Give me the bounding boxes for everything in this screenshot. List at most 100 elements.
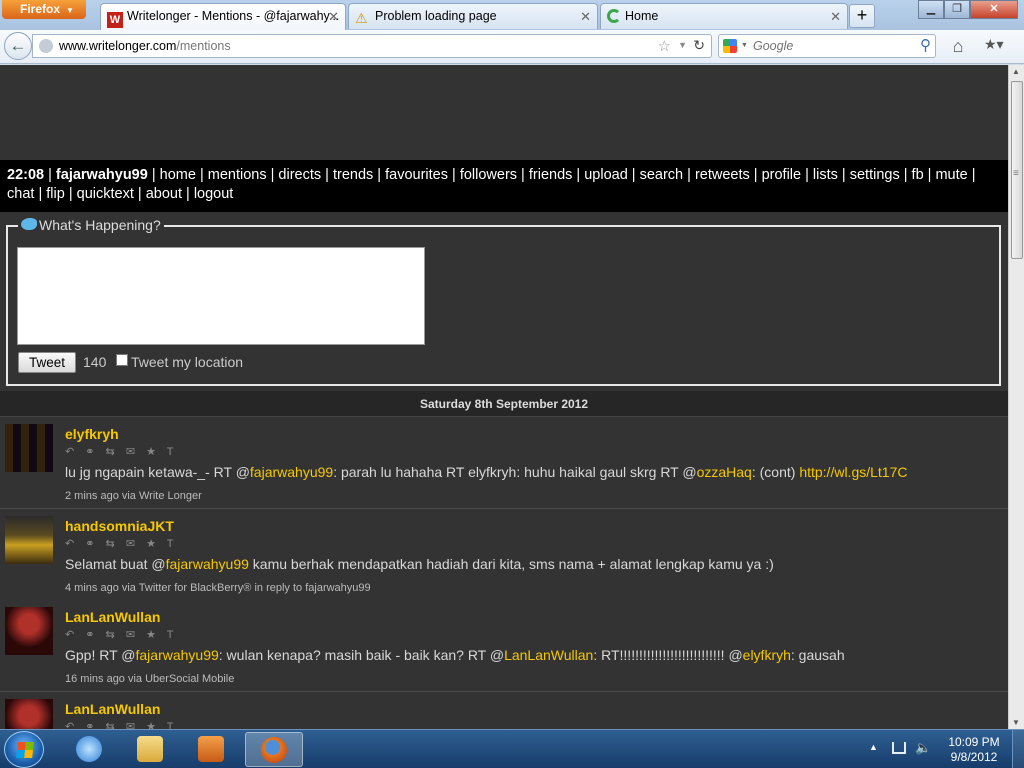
tweet-actions[interactable]: ↶ ⚭ ⇆ ✉ ★ T xyxy=(65,628,178,641)
nav-link-followers[interactable]: followers xyxy=(460,167,517,183)
tweet-username[interactable]: elyfkryh xyxy=(65,426,119,442)
tweet-meta[interactable]: 4 mins ago via Twitter for BlackBerry® i… xyxy=(65,582,371,594)
nav-link-logout[interactable]: logout xyxy=(194,186,234,202)
nav-link-directs[interactable]: directs xyxy=(278,167,321,183)
close-icon[interactable]: ✕ xyxy=(830,9,841,25)
nav-link-favourites[interactable]: favourites xyxy=(385,167,448,183)
tweet-meta[interactable]: 2 mins ago via Write Longer xyxy=(65,490,202,502)
taskbar-firefox[interactable] xyxy=(245,732,303,767)
tweet-actions[interactable]: ↶ ⚭ ⇆ ✉ ★ T xyxy=(65,537,178,550)
taskbar-windows-explorer[interactable] xyxy=(121,732,179,767)
search-icon[interactable]: ⚲ xyxy=(920,36,931,54)
avatar[interactable] xyxy=(5,516,53,564)
search-input[interactable] xyxy=(753,39,903,53)
nav-link-home[interactable]: home xyxy=(160,167,196,183)
network-icon[interactable] xyxy=(892,742,906,754)
google-icon[interactable] xyxy=(723,39,737,53)
firefox-menu-button[interactable]: Firefox ▼ xyxy=(2,0,86,19)
tweet-text-segment: : RT!!!!!!!!!!!!!!!!!!!!!!!!!!! @ xyxy=(593,647,743,663)
avatar[interactable] xyxy=(5,699,53,729)
tweet-row: elyfkryh ↶ ⚭ ⇆ ✉ ★ T lu jg ngapain ketawa-… xyxy=(0,417,1008,509)
tab-writelonger[interactable]: W Writelonger - Mentions - @fajarwahy... … xyxy=(100,3,346,30)
nav-link-profile[interactable]: profile xyxy=(762,167,802,183)
chevron-down-icon[interactable]: ▼ xyxy=(741,42,748,49)
nav-link-chat[interactable]: chat xyxy=(7,186,34,202)
compose-legend: What's Happening? xyxy=(18,217,164,233)
nav-link-mentions[interactable]: mentions xyxy=(208,167,267,183)
close-icon[interactable]: ✕ xyxy=(580,9,591,25)
bookmarks-menu-button[interactable]: ★▾ xyxy=(984,36,1016,56)
tweet-actions[interactable]: ↶ ⚭ ⇆ ✉ ★ T xyxy=(65,445,178,458)
url-link[interactable]: http://wl.gs/Lt17C xyxy=(799,464,907,480)
scroll-up-icon[interactable]: ▲ xyxy=(1012,67,1020,76)
tweet-location-checkbox[interactable] xyxy=(116,354,128,366)
nav-link-mute[interactable]: mute xyxy=(935,167,967,183)
nav-link-search[interactable]: search xyxy=(640,167,684,183)
nav-link-settings[interactable]: settings xyxy=(850,167,900,183)
url-text[interactable]: www.writelonger.com/mentions xyxy=(59,39,231,53)
twitter-bird-icon xyxy=(21,218,37,230)
system-clock[interactable]: 10:09 PM 9/8/2012 xyxy=(944,735,1004,765)
tab-problem-loading[interactable]: ⚠ Problem loading page ✕ xyxy=(348,3,598,29)
close-window-button[interactable]: ✕ xyxy=(970,0,1018,19)
tweet-username[interactable]: handsomniaJKT xyxy=(65,518,174,534)
bookmark-star-icon[interactable]: ☆ xyxy=(658,37,671,55)
back-button[interactable]: ← xyxy=(4,32,32,60)
avatar[interactable] xyxy=(5,424,53,472)
mention-link[interactable]: ozzaHaq xyxy=(697,464,752,480)
nav-link-trends[interactable]: trends xyxy=(333,167,373,183)
reload-icon[interactable]: ↻ xyxy=(693,37,705,54)
nav-username[interactable]: fajarwahyu99 xyxy=(56,167,148,183)
start-button[interactable] xyxy=(4,731,44,768)
nav-link-fb[interactable]: fb xyxy=(912,167,924,183)
internet-explorer-icon xyxy=(76,736,102,762)
windows-taskbar: ▲ 🔈 10:09 PM 9/8/2012 xyxy=(0,729,1024,768)
taskbar-internet-explorer[interactable] xyxy=(60,732,118,767)
minimize-button[interactable]: ▁ xyxy=(918,0,944,19)
close-icon[interactable]: ✕ xyxy=(328,9,339,25)
tweet-meta[interactable]: 16 mins ago via UberSocial Mobile xyxy=(65,673,234,685)
mention-link[interactable]: fajarwahyu99 xyxy=(136,647,219,663)
tweet-row: LanLanWullan ↶ ⚭ ⇆ ✉ ★ T xyxy=(0,692,1008,729)
scroll-thumb[interactable] xyxy=(1011,81,1023,259)
compose-box: What's Happening? Tweet 140 Tweet my loc… xyxy=(6,217,1001,386)
search-bar[interactable]: ▼ ⚲ xyxy=(718,34,936,58)
history-dropdown-icon[interactable]: ▼ xyxy=(678,40,687,50)
mention-link[interactable]: elyfkryh xyxy=(743,647,791,663)
mention-link[interactable]: LanLanWullan xyxy=(504,647,593,663)
nav-link-about[interactable]: about xyxy=(146,186,182,202)
mention-link[interactable]: fajarwahyu99 xyxy=(166,556,249,572)
home-button[interactable]: ⌂ xyxy=(947,36,969,56)
tweet-text-segment: kamu berhak mendapatkan hadiah dari kita… xyxy=(248,556,774,572)
mention-link[interactable]: fajarwahyu99 xyxy=(250,464,333,480)
nav-time: 22:08 xyxy=(7,167,45,183)
nav-link-friends[interactable]: friends xyxy=(529,167,573,183)
tweet-actions[interactable]: ↶ ⚭ ⇆ ✉ ★ T xyxy=(65,720,178,729)
page-scrollbar[interactable]: ▲ ▼ xyxy=(1008,65,1024,729)
show-hidden-icons-icon[interactable]: ▲ xyxy=(869,742,878,752)
nav-link-flip[interactable]: flip xyxy=(46,186,65,202)
url-bar[interactable]: www.writelonger.com/mentions ☆ ▼ ↻ xyxy=(32,34,712,58)
tweet-username[interactable]: LanLanWullan xyxy=(65,701,160,717)
nav-link-retweets[interactable]: retweets xyxy=(695,167,750,183)
tweet-textarea[interactable] xyxy=(17,247,425,345)
tweet-text-segment: Gpp! RT @ xyxy=(65,647,136,663)
tab-home[interactable]: Home ✕ xyxy=(600,3,848,29)
tweet-location-label[interactable]: Tweet my location xyxy=(131,354,243,370)
volume-icon[interactable]: 🔈 xyxy=(915,740,931,756)
avatar[interactable] xyxy=(5,607,53,655)
tweet-button[interactable]: Tweet xyxy=(18,352,76,373)
tweet-text-segment: : gausah xyxy=(790,647,845,663)
scroll-down-icon[interactable]: ▼ xyxy=(1012,718,1020,727)
nav-link-upload[interactable]: upload xyxy=(584,167,628,183)
tweet-username[interactable]: LanLanWullan xyxy=(65,609,160,625)
taskbar-media-player[interactable] xyxy=(182,732,240,767)
maximize-button[interactable]: ❐ xyxy=(944,0,970,19)
nav-link-lists[interactable]: lists xyxy=(813,167,838,183)
nav-link-quicktext[interactable]: quicktext xyxy=(77,186,134,202)
media-player-icon xyxy=(198,736,224,762)
warning-icon: ⚠ xyxy=(355,10,368,26)
tweet-text-segment: : wulan kenapa? masih baik - baik kan? R… xyxy=(218,647,505,663)
show-desktop-button[interactable] xyxy=(1012,730,1024,768)
new-tab-button[interactable]: + xyxy=(849,4,875,28)
